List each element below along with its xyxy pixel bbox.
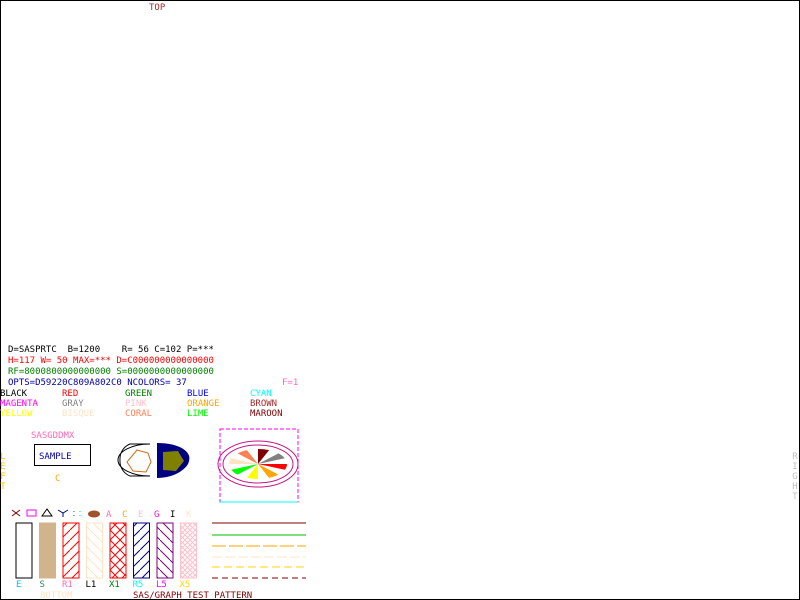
triangle-marker	[41, 508, 53, 517]
letter-i: I	[170, 510, 176, 520]
bottom-label: BOTTOM	[40, 591, 73, 600]
pattern-bar-x1	[109, 522, 127, 579]
pattern-label-l5: L5	[156, 580, 167, 590]
pattern-label-x1: X1	[109, 580, 120, 590]
letter-e: E	[138, 510, 144, 520]
blob-marker	[88, 510, 100, 518]
fill-pattern-bars	[15, 522, 197, 579]
pattern-label-x5: X5	[179, 580, 191, 590]
pattern-bar-x5	[180, 522, 197, 579]
pattern-label-e: E	[16, 580, 22, 590]
pattern-label-s: S	[39, 580, 45, 590]
pattern-bar-e	[15, 522, 33, 579]
pie-slices	[229, 449, 287, 479]
line-samples	[212, 522, 306, 579]
letter-a: A	[106, 510, 112, 520]
y-marker	[57, 509, 69, 517]
inner-outline-shape	[126, 449, 152, 473]
pattern-label-l1: L1	[85, 580, 97, 590]
letter-k: K	[186, 510, 192, 520]
pattern-bar-l5	[156, 522, 174, 579]
pattern-bar-l1	[86, 522, 103, 579]
pattern-bar-s	[39, 522, 56, 579]
square-marker	[26, 509, 37, 517]
pattern-label-r1: R1	[62, 580, 73, 590]
pattern-graphics	[11, 428, 306, 579]
pattern-bar-r5	[133, 522, 150, 579]
test-pattern-canvas: TOP D=SASPRTC B=1200 R= 56 C=102 P=*** H…	[0, 0, 800, 600]
pattern-bar-r1	[62, 522, 80, 579]
footer-title: SAS/GRAPH TEST PATTERN	[133, 591, 253, 600]
letter-g: G	[154, 510, 160, 520]
letter-c: C	[122, 510, 128, 520]
pattern-label-r5: R5	[132, 580, 144, 590]
